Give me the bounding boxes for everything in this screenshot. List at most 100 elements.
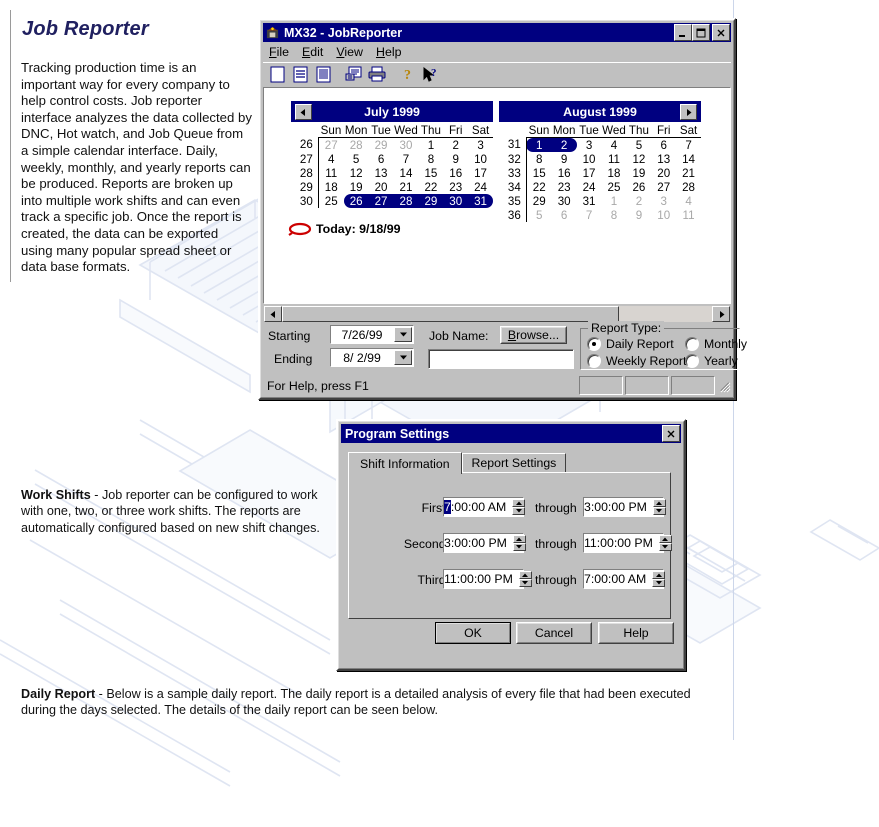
- calendar-day[interactable]: 9: [443, 152, 468, 166]
- help-button[interactable]: Help: [598, 622, 674, 644]
- menu-view[interactable]: View: [330, 44, 370, 60]
- resize-grip[interactable]: [717, 379, 731, 393]
- calendar-day[interactable]: 6: [552, 208, 577, 222]
- calendar-day[interactable]: 29: [418, 194, 444, 208]
- calendar-day[interactable]: 31: [468, 194, 493, 208]
- spin-up-icon-3[interactable]: [512, 535, 526, 543]
- first-shift-start-spinner[interactable]: 7:00:00 AM: [443, 497, 526, 517]
- calendar-day[interactable]: 4: [676, 194, 701, 208]
- calendar-day[interactable]: 3: [651, 194, 676, 208]
- calendar-day[interactable]: 25: [602, 180, 627, 194]
- calendar-day[interactable]: 18: [318, 180, 343, 194]
- calendar-day[interactable]: 1: [602, 194, 627, 208]
- print-preview-icon[interactable]: [343, 64, 365, 85]
- second-shift-end-updown[interactable]: [658, 535, 672, 551]
- calendar-day[interactable]: 25: [318, 194, 343, 208]
- scroll-thumb[interactable]: [282, 306, 620, 322]
- calendar-day[interactable]: 28: [676, 180, 701, 194]
- calendar-day[interactable]: 31: [577, 194, 602, 208]
- calendar-day[interactable]: 3: [468, 138, 493, 153]
- calendar-day[interactable]: 11: [318, 166, 343, 180]
- calendar-day[interactable]: 28: [393, 194, 419, 208]
- open-document-icon[interactable]: [289, 64, 311, 85]
- calendar-day[interactable]: 23: [443, 180, 468, 194]
- calendar-day[interactable]: 13: [651, 152, 676, 166]
- calendar-day[interactable]: 24: [577, 180, 602, 194]
- report-document-icon[interactable]: [312, 64, 334, 85]
- third-shift-end-spinner[interactable]: 7:00:00 AM: [583, 569, 666, 589]
- third-shift-start-spinner[interactable]: 11:00:00 PM: [443, 569, 532, 589]
- calendar-day[interactable]: 20: [651, 166, 676, 180]
- calendar-next-button[interactable]: [680, 104, 697, 120]
- calendar-day[interactable]: 10: [577, 152, 602, 166]
- first-shift-start-updown[interactable]: [512, 499, 526, 515]
- second-shift-start-updown[interactable]: [512, 535, 526, 551]
- calendar-day[interactable]: 11: [676, 208, 701, 222]
- spin-up-icon-2[interactable]: [652, 499, 666, 507]
- first-shift-end-spinner[interactable]: 3:00:00 PM: [583, 497, 666, 517]
- spin-down-icon[interactable]: [512, 507, 526, 515]
- calendar-day[interactable]: 26: [626, 180, 651, 194]
- menu-help[interactable]: Help: [370, 44, 409, 60]
- spin-down-icon-4[interactable]: [658, 543, 672, 551]
- calendar-day[interactable]: 15: [526, 166, 551, 180]
- settings-titlebar[interactable]: Program Settings: [341, 424, 681, 443]
- context-help-icon[interactable]: ?: [420, 64, 442, 85]
- calendar-day[interactable]: 17: [577, 166, 602, 180]
- calendar-day[interactable]: 29: [369, 138, 394, 153]
- calendar-day[interactable]: 2: [443, 138, 468, 153]
- spin-down-icon-3[interactable]: [512, 543, 526, 551]
- scroll-left-button[interactable]: [264, 306, 282, 322]
- calendar-horizontal-scrollbar[interactable]: [264, 306, 730, 322]
- calendar-day[interactable]: 30: [443, 194, 469, 208]
- calendar-day[interactable]: 1: [418, 138, 443, 153]
- calendar-day[interactable]: 2: [551, 137, 577, 152]
- calendar-day[interactable]: 1: [526, 137, 552, 152]
- new-document-icon[interactable]: [266, 64, 288, 85]
- settings-close-button[interactable]: [662, 425, 680, 442]
- calendar-day[interactable]: 2: [626, 194, 651, 208]
- chevron-down-icon-2[interactable]: [394, 350, 412, 365]
- second-shift-start-spinner[interactable]: 3:00:00 PM: [443, 533, 526, 553]
- print-icon[interactable]: [366, 64, 388, 85]
- spin-down-icon-2[interactable]: [652, 507, 666, 515]
- calendar-day[interactable]: 8: [526, 152, 551, 166]
- calendar-day[interactable]: 14: [394, 166, 419, 180]
- window-titlebar[interactable]: MX32 - JobReporter: [263, 23, 731, 42]
- calendar-day[interactable]: 16: [443, 166, 468, 180]
- calendar-day[interactable]: 26: [343, 194, 369, 208]
- maximize-button[interactable]: [692, 24, 710, 41]
- calendar-day[interactable]: 24: [468, 180, 493, 194]
- calendar-day[interactable]: 16: [552, 166, 577, 180]
- calendar-day[interactable]: 27: [651, 180, 676, 194]
- calendar-day[interactable]: 4: [318, 152, 343, 166]
- mx32-jobreporter-window[interactable]: MX32 - JobReporter File Edit View Help ?…: [258, 18, 747, 400]
- scroll-track[interactable]: [282, 306, 712, 322]
- menu-bar[interactable]: File Edit View Help: [263, 43, 731, 61]
- tab-shift-information[interactable]: Shift Information: [348, 452, 462, 474]
- calendar-day[interactable]: 5: [626, 138, 651, 153]
- calendar-day[interactable]: 21: [394, 180, 419, 194]
- ok-button[interactable]: OK: [435, 622, 511, 644]
- calendar-day[interactable]: 13: [369, 166, 394, 180]
- calendar-day[interactable]: 23: [552, 180, 577, 194]
- toolbar[interactable]: ? ?: [263, 62, 731, 86]
- calendar-day[interactable]: 19: [344, 180, 369, 194]
- radio-yearly-report[interactable]: Yearly: [685, 354, 738, 368]
- calendar-day[interactable]: 27: [368, 194, 394, 208]
- starting-date-combo[interactable]: 7/26/99: [330, 325, 414, 344]
- first-shift-end-updown[interactable]: [652, 499, 666, 515]
- calendar-day[interactable]: 10: [468, 152, 493, 166]
- calendar-day[interactable]: 17: [468, 166, 493, 180]
- calendar-day[interactable]: 12: [344, 166, 369, 180]
- spin-down-icon-6[interactable]: [652, 579, 666, 587]
- calendar-day[interactable]: 4: [602, 138, 627, 153]
- spin-up-icon-6[interactable]: [652, 571, 666, 579]
- calendar-day[interactable]: 30: [394, 138, 419, 153]
- calendar-day[interactable]: 21: [676, 166, 701, 180]
- radio-monthly-report[interactable]: Monthly: [685, 337, 747, 351]
- calendar-day[interactable]: 7: [394, 152, 419, 166]
- spin-up-icon[interactable]: [512, 499, 526, 507]
- calendar-month-july[interactable]: July 1999 Sun Mon Tue Wed Thu Fri Sat 26…: [291, 101, 493, 208]
- tab-report-settings[interactable]: Report Settings: [461, 453, 567, 472]
